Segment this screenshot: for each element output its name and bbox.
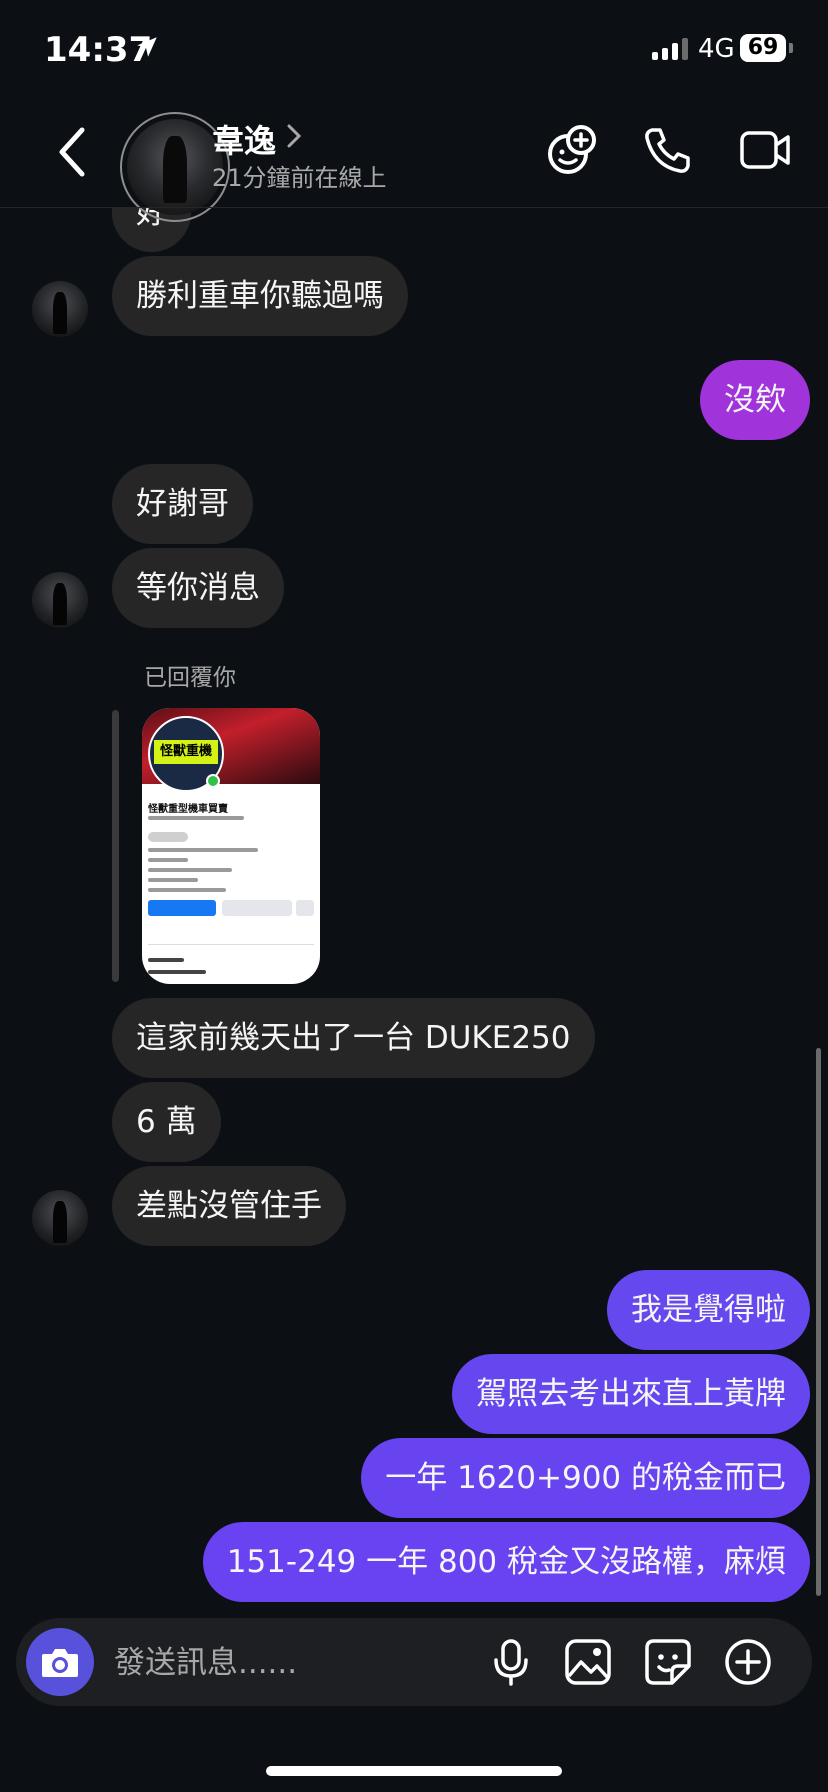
message-received[interactable]: 差點沒管住手 bbox=[112, 1166, 346, 1246]
shared-message-button bbox=[222, 900, 292, 916]
camera-button[interactable] bbox=[26, 1628, 94, 1696]
contact-status: 21分鐘前在線上 bbox=[212, 164, 387, 192]
phone-icon[interactable] bbox=[642, 124, 694, 176]
message-sent[interactable]: 駕照去考出來直上黃牌 bbox=[452, 1354, 810, 1434]
scrollbar[interactable] bbox=[816, 1048, 821, 1596]
message-received[interactable]: 好謝哥 bbox=[112, 464, 253, 544]
shared-more-button bbox=[296, 900, 314, 916]
message-avatar[interactable] bbox=[32, 572, 88, 628]
battery-icon: 69 bbox=[740, 34, 786, 62]
shared-like-button bbox=[148, 900, 216, 916]
shared-logo-text: 怪獸重機 bbox=[154, 740, 218, 764]
chevron-right-icon[interactable] bbox=[286, 122, 302, 150]
message-avatar[interactable] bbox=[32, 281, 88, 337]
message-avatar[interactable] bbox=[32, 1190, 88, 1246]
message-sent[interactable]: 沒欸 bbox=[700, 360, 810, 440]
back-icon[interactable] bbox=[52, 124, 92, 180]
gallery-icon[interactable] bbox=[564, 1638, 612, 1686]
video-call-icon[interactable] bbox=[738, 124, 792, 176]
camera-icon bbox=[42, 1649, 78, 1677]
contact-name[interactable]: 韋逸 bbox=[212, 116, 276, 162]
text-line bbox=[148, 888, 226, 892]
text-line bbox=[148, 858, 188, 862]
home-indicator[interactable] bbox=[266, 1766, 562, 1776]
message-sent[interactable]: 一年 1620+900 的稅金而已 bbox=[361, 1438, 810, 1518]
message-received[interactable]: 6 萬 bbox=[112, 1082, 221, 1162]
text-line bbox=[148, 832, 188, 842]
text-line bbox=[148, 878, 198, 882]
message-received[interactable]: 等你消息 bbox=[112, 548, 284, 628]
text-line bbox=[148, 958, 184, 962]
battery-tip bbox=[789, 43, 793, 53]
message-input[interactable] bbox=[112, 1636, 476, 1690]
text-line bbox=[148, 970, 206, 974]
add-effect-icon[interactable] bbox=[544, 124, 598, 178]
replied-label: 已回覆你 bbox=[144, 665, 236, 691]
online-dot bbox=[206, 774, 220, 788]
message-received[interactable]: 勝利重車你聽過嗎 bbox=[112, 256, 408, 336]
shared-tabs bbox=[148, 930, 314, 945]
microphone-icon[interactable] bbox=[490, 1638, 532, 1686]
shared-screenshot[interactable]: 怪獸重機 怪獸重型機車買賣 bbox=[142, 708, 320, 984]
text-line bbox=[148, 868, 232, 872]
text-line bbox=[148, 848, 258, 852]
message-sent[interactable]: 我是覺得啦 bbox=[607, 1270, 810, 1350]
signal-icon bbox=[652, 38, 688, 60]
header-divider bbox=[0, 207, 828, 208]
add-icon[interactable] bbox=[724, 1638, 772, 1686]
sticker-icon[interactable] bbox=[644, 1638, 692, 1686]
message-received[interactable]: 這家前幾天出了一台 DUKE250 bbox=[112, 998, 595, 1078]
network-type: 4G bbox=[698, 34, 735, 64]
location-arrow-icon bbox=[137, 37, 157, 57]
shared-page-title: 怪獸重型機車買賣 bbox=[148, 804, 228, 815]
reply-bar bbox=[112, 710, 119, 982]
text-line bbox=[148, 816, 244, 820]
message-sent[interactable]: 151-249 一年 800 稅金又沒路權，麻煩 bbox=[202, 1522, 810, 1602]
